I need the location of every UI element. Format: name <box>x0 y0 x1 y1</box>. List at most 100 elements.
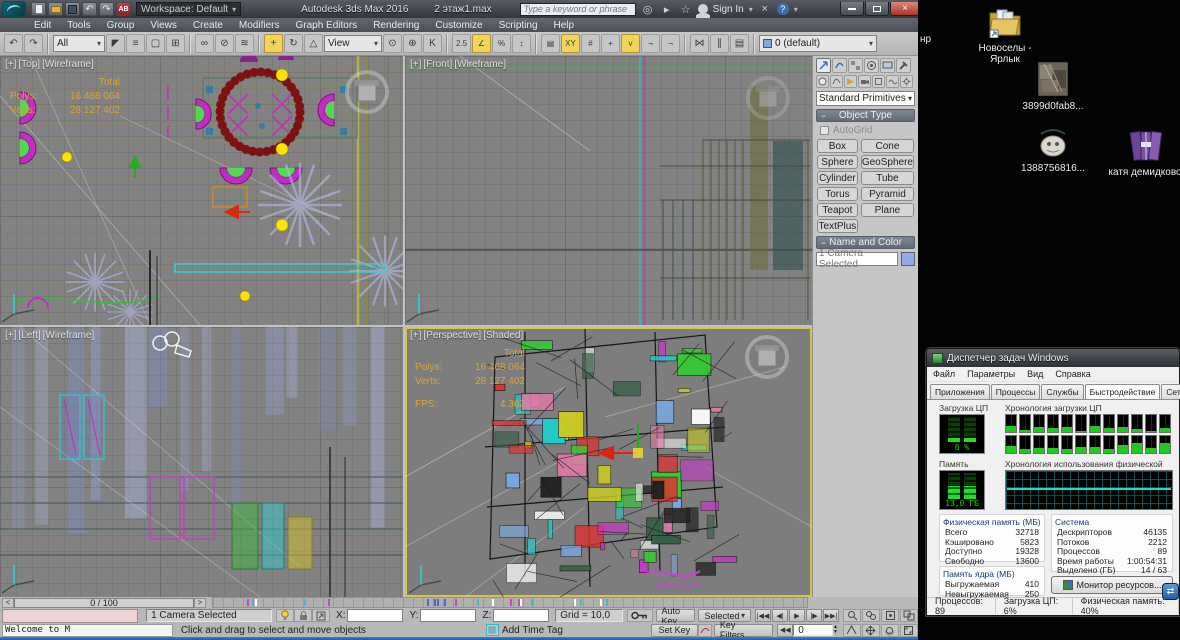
object-type-button[interactable]: Cone <box>860 139 914 153</box>
object-type-rollout[interactable]: − Object Type <box>816 109 915 122</box>
create-tab-icon[interactable] <box>816 58 831 73</box>
layer-manager-icon[interactable]: ▤ <box>730 34 749 53</box>
menu-item[interactable]: Help <box>546 20 583 31</box>
tm-tab-performance[interactable]: Быстродействие <box>1084 384 1161 400</box>
spinner-snap-icon[interactable]: ↕ <box>512 34 531 53</box>
display-tab-icon[interactable] <box>880 58 895 73</box>
blue-gadget-icon[interactable]: ⇄ <box>1162 583 1179 600</box>
viewport-perspective[interactable]: [+] [Perspective] [Shaded] Total Polys: 1… <box>405 327 812 597</box>
prev-key-arrow[interactable]: < <box>2 597 14 608</box>
tm-tab-network[interactable]: Сеть <box>1161 384 1180 399</box>
menu-item[interactable]: Rendering <box>365 20 427 31</box>
menu-item[interactable]: Modifiers <box>231 20 288 31</box>
viewport-menu-pov[interactable]: [Perspective] <box>423 330 481 341</box>
modify-tab-icon[interactable] <box>832 58 847 73</box>
menu-item[interactable]: Customize <box>427 20 490 31</box>
viewport-menu-shading[interactable]: [Shaded] <box>483 330 523 341</box>
new-key-default-in-out-tangents-icon[interactable] <box>697 623 712 637</box>
menu-item[interactable]: Edit <box>26 20 59 31</box>
workspace-dropdown[interactable]: Workspace: Default ▾ <box>136 2 242 16</box>
track-bar[interactable] <box>212 597 808 608</box>
percent-snap-icon[interactable]: % <box>492 34 511 53</box>
viewport-menu-shading[interactable]: [Wireframe] <box>42 59 94 70</box>
zoom-extents-icon[interactable] <box>881 609 899 622</box>
select-and-rotate-icon[interactable]: ↻ <box>284 34 303 53</box>
viewport-menu-general[interactable]: [+] <box>5 59 16 70</box>
systems-category-icon[interactable] <box>900 75 913 88</box>
key-mode-toggle-icon[interactable]: ◀◀ <box>777 623 794 637</box>
viewcube[interactable] <box>345 70 389 114</box>
space-warps-category-icon[interactable] <box>886 75 899 88</box>
chevron-down-icon[interactable]: ▾ <box>794 5 798 14</box>
search-history-icon[interactable]: ◎ <box>641 3 655 16</box>
bind-to-space-warp-icon[interactable]: ≋ <box>235 34 254 53</box>
menu-item[interactable]: Tools <box>59 20 98 31</box>
go-to-end-icon[interactable]: ▶▶| <box>823 609 839 622</box>
menu-item[interactable]: Group <box>99 20 143 31</box>
open-file-icon[interactable] <box>48 2 63 16</box>
align-icon[interactable]: ∥ <box>710 34 729 53</box>
max-titlebar[interactable]: ↶ ↷ AB Workspace: Default ▾ Autodesk 3ds … <box>0 0 920 19</box>
tm-menu-item[interactable]: Справка <box>1049 369 1096 379</box>
y-coordinate-field[interactable] <box>420 609 477 622</box>
object-color-swatch[interactable] <box>901 252 915 266</box>
next-key-arrow[interactable]: > <box>194 597 206 608</box>
unlink-selection-icon[interactable]: ⊘ <box>215 34 234 53</box>
key-mode-icon[interactable]: v <box>621 34 640 53</box>
maximize-viewport-toggle-icon[interactable] <box>899 623 918 637</box>
next-frame-icon[interactable]: |▶ <box>806 609 822 622</box>
prev-frame-icon[interactable]: ◀| <box>772 609 788 622</box>
redo-icon[interactable]: ↷ <box>99 2 114 16</box>
desktop-icon-archive[interactable]: катя демидково <box>1108 130 1180 178</box>
sign-in-link[interactable]: Sign In <box>713 4 744 15</box>
tm-menu-item[interactable]: Файл <box>927 369 961 379</box>
snap-25d-icon[interactable]: 2.5 <box>452 34 471 53</box>
maximize-button[interactable] <box>865 2 889 16</box>
selection-region-icon[interactable]: ▢ <box>146 34 165 53</box>
save-file-icon[interactable] <box>65 2 80 16</box>
autogrid-checkbox[interactable] <box>820 126 829 135</box>
viewport-left[interactable]: [+] [Left] [Wireframe] <box>0 327 403 597</box>
undo-icon[interactable]: ↶ <box>4 34 23 53</box>
menu-item[interactable]: Graph Editors <box>287 20 365 31</box>
viewport-menu-shading[interactable]: [Wireframe] <box>43 330 95 341</box>
communication-center-icon[interactable]: ▸ <box>660 3 674 16</box>
maxscript-mini-listener[interactable]: Welcome to M <box>2 623 173 637</box>
time-slider[interactable]: 0 / 100 <box>14 597 194 608</box>
close-button[interactable]: × <box>890 2 920 16</box>
auto-key-button[interactable]: Auto Key <box>655 606 696 626</box>
viewport-menu-general[interactable]: [+] <box>410 59 421 70</box>
select-by-name-icon[interactable]: ≡ <box>126 34 145 53</box>
shapes-category-icon[interactable] <box>830 75 843 88</box>
search-input[interactable] <box>519 2 636 16</box>
set-keys-icon[interactable] <box>626 609 653 622</box>
redo-icon[interactable]: ↷ <box>24 34 43 53</box>
viewport-menu-pov[interactable]: [Front] <box>423 59 452 70</box>
object-type-button[interactable]: TextPlus <box>817 219 858 233</box>
selection-filter-dropdown[interactable]: All ▾ <box>53 35 105 52</box>
favorites-star-icon[interactable]: ☆ <box>679 3 693 16</box>
infocenter-x-icon[interactable]: × <box>758 3 772 15</box>
selection-lock-icon[interactable] <box>294 609 313 622</box>
window-crossing-icon[interactable]: ⊞ <box>166 34 185 53</box>
grid-snap-icon[interactable]: # <box>581 34 600 53</box>
max-logo-icon[interactable] <box>2 1 26 17</box>
macro-recorder[interactable] <box>2 608 139 623</box>
select-and-move-icon[interactable]: + <box>264 34 283 53</box>
viewport-splitter-horizontal[interactable] <box>0 325 812 327</box>
field-of-view-icon[interactable] <box>842 623 861 637</box>
utilities-tab-icon[interactable] <box>896 58 911 73</box>
object-type-button[interactable]: Tube <box>860 171 914 185</box>
motion-tab-icon[interactable] <box>864 58 879 73</box>
offset-b-icon[interactable]: ¬ <box>661 34 680 53</box>
desktop[interactable]: нр Новоселы - Ярлык 3899d0fab8... 138875… <box>918 0 1180 640</box>
object-type-button[interactable]: Cylinder <box>817 171 858 185</box>
help-icon[interactable]: ? <box>776 3 789 15</box>
cameras-category-icon[interactable] <box>858 75 871 88</box>
key-filters-button[interactable]: Key Filters... <box>713 620 774 640</box>
viewport-menu-general[interactable]: [+] <box>5 330 16 341</box>
menu-item[interactable]: Create <box>185 20 231 31</box>
add-time-tag[interactable]: Add Time Tag <box>502 625 567 636</box>
primitives-dropdown[interactable]: Standard Primitives ▾ <box>816 91 915 106</box>
viewport-menu-pov[interactable]: [Top] <box>18 59 40 70</box>
